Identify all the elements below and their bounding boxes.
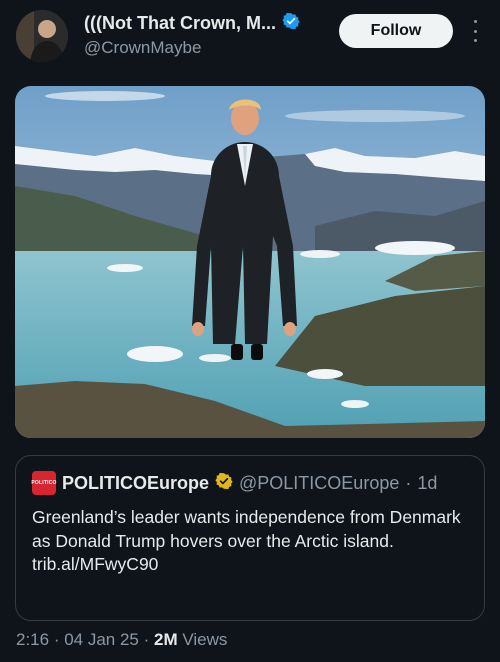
follow-button[interactable]: Follow — [339, 14, 453, 48]
post-meta: 2:16 · 04 Jan 25 · 2M Views — [16, 630, 227, 650]
author-display-name[interactable]: (((Not That Crown, M... — [84, 13, 276, 34]
avatar-image — [16, 10, 68, 62]
author-avatar[interactable] — [16, 10, 68, 62]
author-name-row: (((Not That Crown, M... — [84, 12, 300, 35]
meta-separator: · — [138, 630, 154, 649]
quoted-author-name[interactable]: POLITICOEurope — [62, 473, 209, 494]
gold-verified-badge-icon — [215, 472, 233, 495]
quoted-separator: · — [405, 472, 412, 493]
verified-badge-icon — [282, 12, 300, 35]
post-header: (((Not That Crown, M... @CrownMaybe Foll… — [0, 0, 500, 72]
quoted-post-text-block: Greenland’s leader wants independence fr… — [32, 506, 472, 577]
post-date[interactable]: 04 Jan 25 — [64, 630, 139, 649]
quoted-post-card[interactable]: POLITICO POLITICOEurope @POLITICOEurope … — [15, 455, 485, 621]
quoted-post-age: 1d — [417, 472, 438, 493]
quoted-post-header: POLITICO POLITICOEurope @POLITICOEurope … — [31, 471, 438, 495]
greenland-photo — [15, 86, 485, 438]
meta-separator: · — [49, 630, 65, 649]
quoted-author-handle[interactable]: @POLITICOEurope — [239, 473, 399, 494]
post-media-image[interactable] — [15, 86, 485, 438]
author-handle[interactable]: @CrownMaybe — [84, 38, 201, 58]
views-label: Views — [177, 630, 228, 649]
quoted-post-text: Greenland’s leader wants independence fr… — [32, 507, 461, 551]
politico-logo-icon: POLITICO — [31, 471, 56, 495]
views-count: 2M — [154, 630, 178, 649]
quoted-post-link[interactable]: trib.al/MFwyC90 — [32, 553, 472, 577]
more-vertical-icon[interactable] — [470, 20, 480, 42]
post-time[interactable]: 2:16 — [16, 630, 49, 649]
